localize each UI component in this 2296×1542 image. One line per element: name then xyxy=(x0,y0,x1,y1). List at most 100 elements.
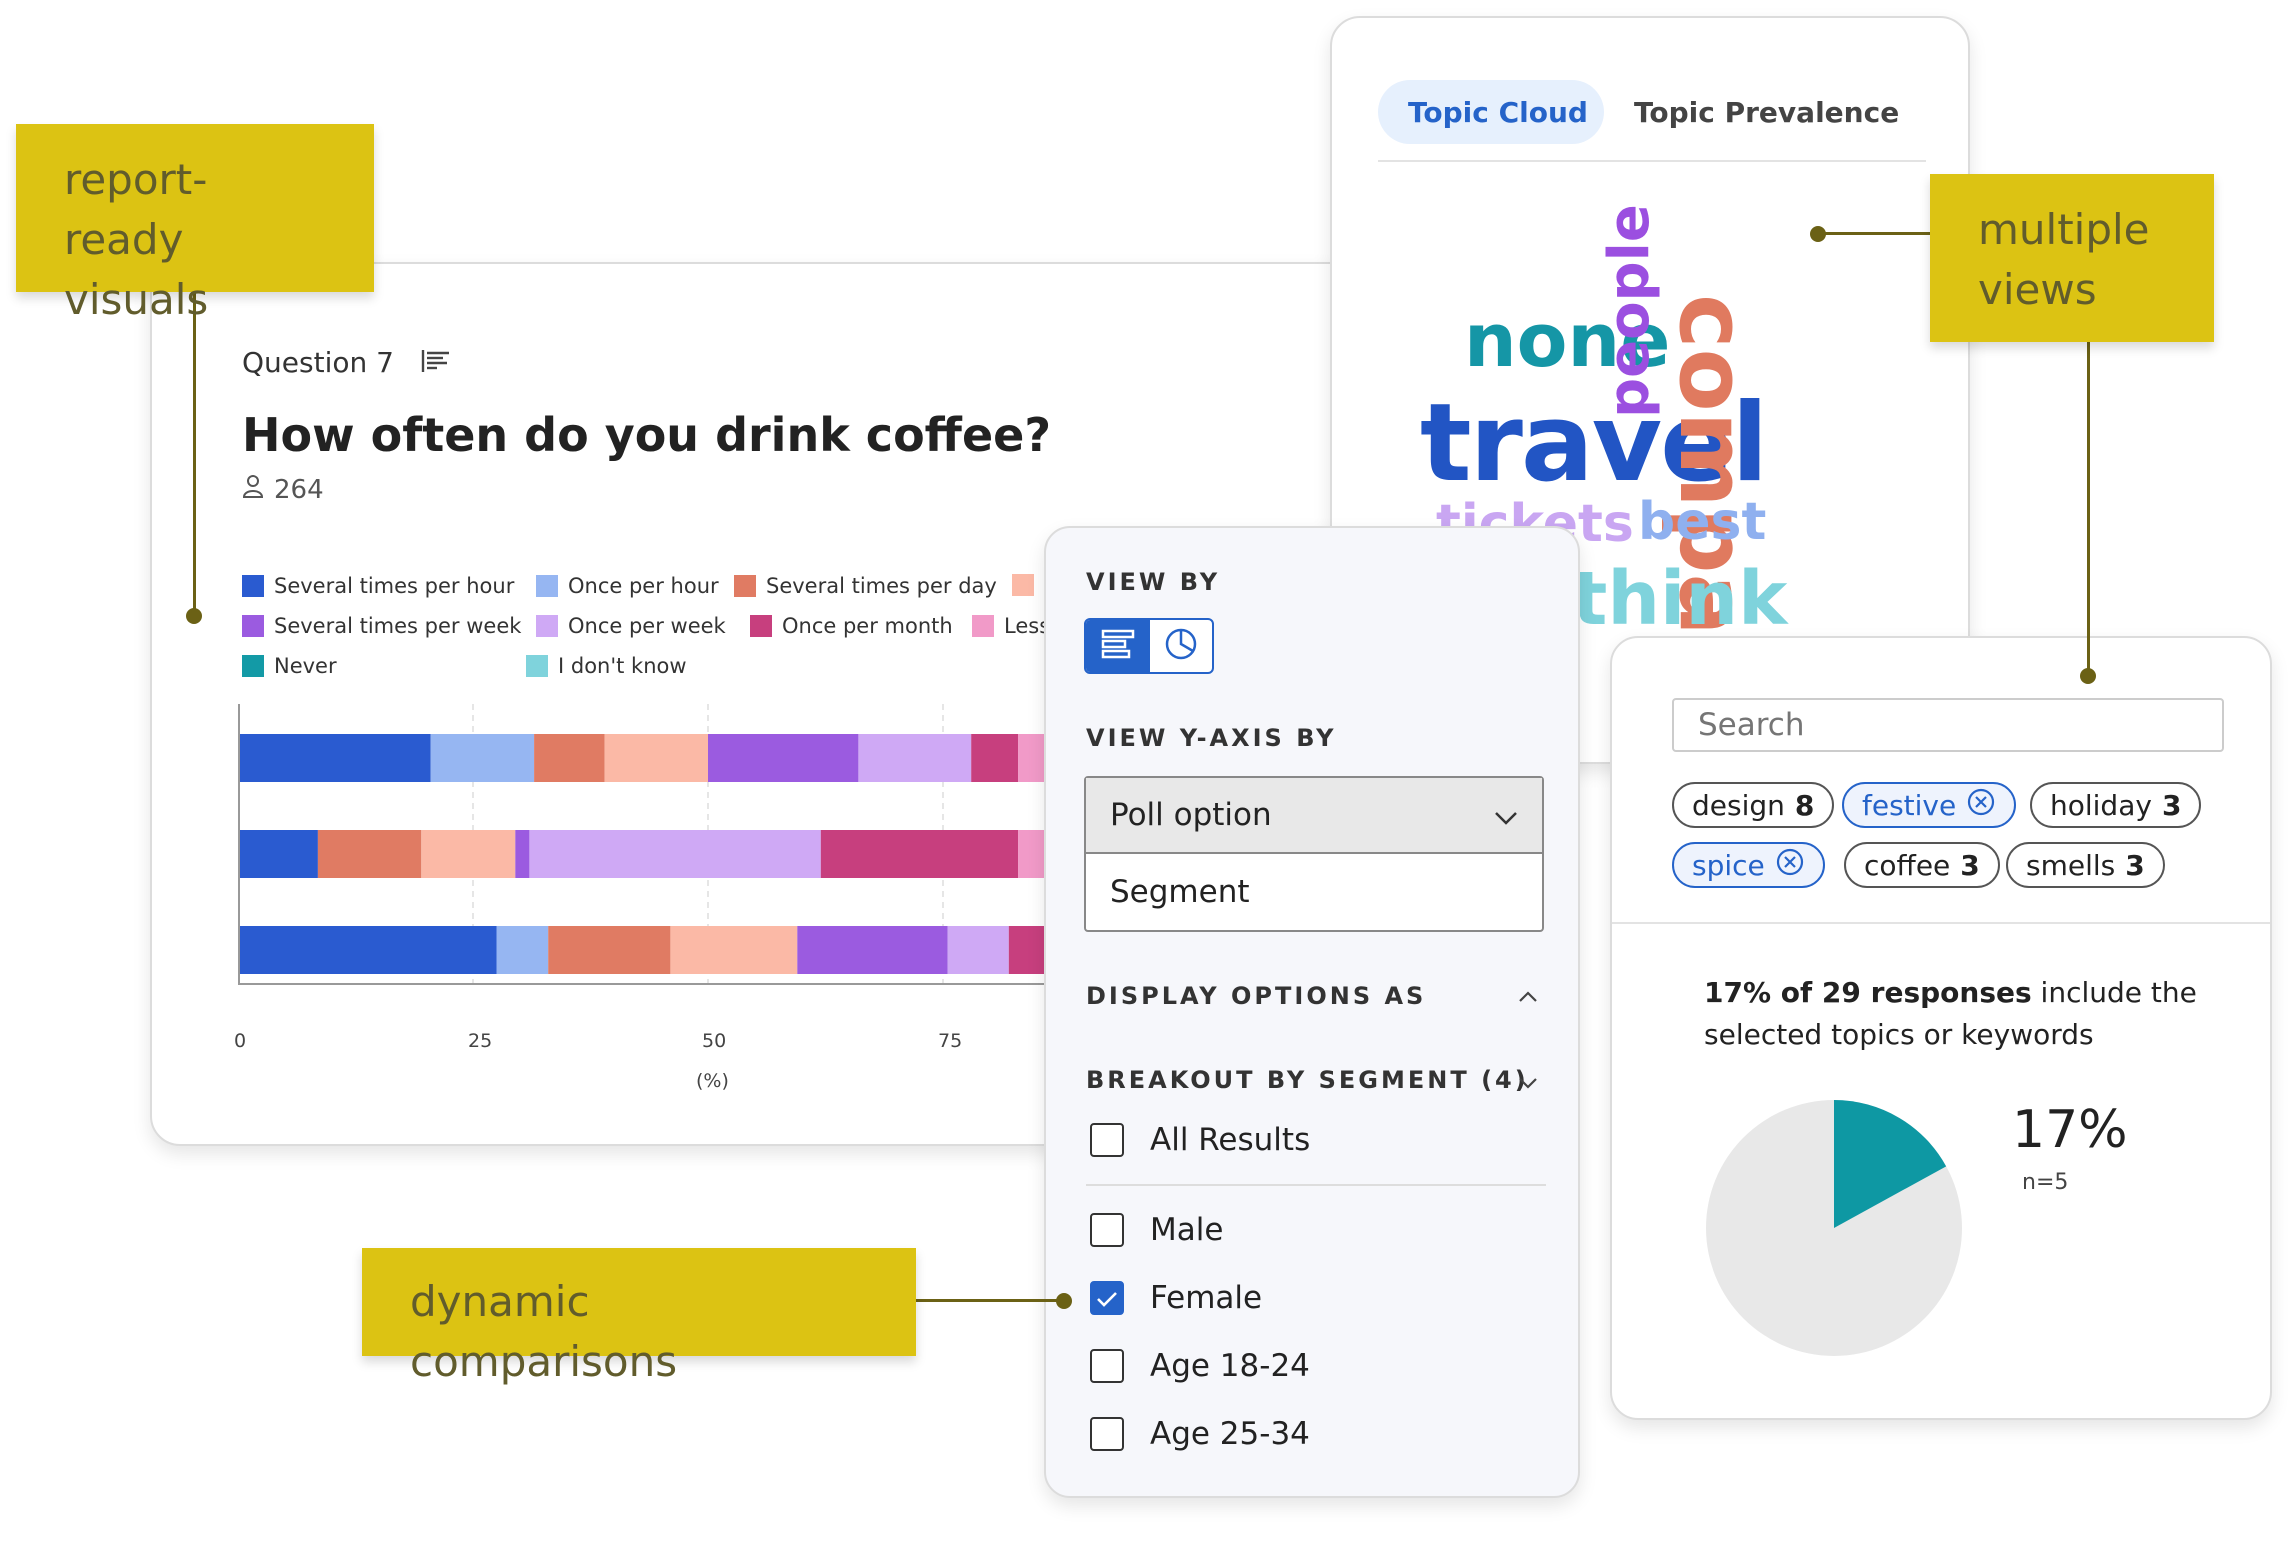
checkbox[interactable] xyxy=(1090,1349,1124,1383)
tab-topic-cloud[interactable]: Topic Cloud xyxy=(1408,96,1588,129)
connector-dot-views xyxy=(1810,226,1826,242)
bar-segment xyxy=(548,926,671,974)
segment-female[interactable]: Female xyxy=(1090,1280,1262,1316)
legend-item: Once per month xyxy=(750,614,953,638)
y-axis-dropdown: Poll option Segment xyxy=(1084,776,1544,932)
x-tick-50: 50 xyxy=(702,1030,727,1052)
tag-spice-selected[interactable]: spice xyxy=(1672,842,1825,888)
legend-swatch xyxy=(1012,574,1034,596)
legend-item: Several times per day xyxy=(734,574,997,598)
pie-view-button[interactable] xyxy=(1150,620,1212,672)
bar-segment xyxy=(317,830,422,878)
connector-report xyxy=(193,290,196,616)
bar-segment xyxy=(496,926,549,974)
remove-circle-icon[interactable] xyxy=(1966,787,1996,824)
search-input[interactable] xyxy=(1672,698,2224,752)
segment-age-25-34[interactable]: Age 25-34 xyxy=(1090,1416,1310,1452)
checkmark-icon xyxy=(1096,1280,1118,1316)
bar-segment xyxy=(858,734,972,782)
pie-chart-icon xyxy=(1164,627,1198,665)
bar-segment xyxy=(515,830,530,878)
view-by-toggle xyxy=(1084,618,1214,674)
x-tick-0: 0 xyxy=(234,1030,247,1052)
legend-item: Once per hour xyxy=(536,574,719,598)
bar-segment xyxy=(604,734,708,782)
dropdown-selected-text: Poll option xyxy=(1110,797,1272,833)
bar-segment xyxy=(797,926,948,974)
tab-divider xyxy=(1378,160,1926,162)
summary-bold: 17% of 29 responses xyxy=(1704,976,2032,1009)
legend-label: Once per hour xyxy=(568,574,719,598)
segment-label: Male xyxy=(1150,1212,1224,1248)
legend-label: I don't know xyxy=(558,654,687,678)
legend-label: Several times per day xyxy=(766,574,997,598)
segment-all-results[interactable]: All Results xyxy=(1090,1122,1310,1158)
callout-report-line1: report-ready xyxy=(64,155,208,264)
callout-report-line2: visuals xyxy=(64,275,209,324)
connector-dot-report xyxy=(186,608,202,624)
breakout-label[interactable]: BREAKOUT BY SEGMENT (4) xyxy=(1086,1066,1529,1094)
tag-label: spice xyxy=(1692,848,1765,882)
legend-label: Several times per hour xyxy=(274,574,515,598)
respondent-count: 264 xyxy=(242,474,324,505)
segment-label: Age 25-34 xyxy=(1150,1416,1310,1452)
segment-age-18-24[interactable]: Age 18-24 xyxy=(1090,1348,1310,1384)
cloud-word-think: think xyxy=(1572,556,1788,642)
tag-festive-selected[interactable]: festive xyxy=(1842,782,2017,828)
x-tick-75: 75 xyxy=(938,1030,963,1052)
legend-label: Once per week xyxy=(568,614,726,638)
tag-label: smells xyxy=(2026,848,2116,882)
topic-search-panel: design 8 festive holiday 3 spice coffee … xyxy=(1610,636,2272,1420)
legend-swatch xyxy=(750,615,772,637)
legend-item xyxy=(1012,574,1044,596)
cloud-word-best: best xyxy=(1638,492,1767,552)
display-options-label[interactable]: DISPLAY OPTIONS AS xyxy=(1086,982,1426,1010)
legend-item: Several times per hour xyxy=(242,574,514,598)
tag-smells[interactable]: smells 3 xyxy=(2006,842,2165,888)
pie-n: n=5 xyxy=(2022,1170,2069,1195)
view-by-label: VIEW BY xyxy=(1086,568,1221,596)
tag-holiday[interactable]: holiday 3 xyxy=(2030,782,2202,828)
summary-line-2: selected topics or keywords xyxy=(1704,1018,2094,1051)
question-number: Question 7 xyxy=(242,346,451,381)
summary-text: 17% of 29 responses include the selected… xyxy=(1704,972,2197,1056)
dropdown-option-segment[interactable]: Segment xyxy=(1086,854,1542,930)
legend-swatch xyxy=(242,655,264,677)
legend-swatch xyxy=(242,575,264,597)
tag-count: 8 xyxy=(1794,788,1815,822)
cloud-word-people: people xyxy=(1597,204,1662,418)
view-options-panel: VIEW BY VIEW Y-AXIS BY Poll option Segme… xyxy=(1044,526,1580,1498)
connector-views-h xyxy=(1818,232,1932,235)
bar-view-button[interactable] xyxy=(1086,620,1150,672)
checkbox[interactable] xyxy=(1090,1417,1124,1451)
tab-topic-prevalence[interactable]: Topic Prevalence xyxy=(1634,96,1899,129)
remove-circle-icon[interactable] xyxy=(1775,847,1805,884)
segment-label: Female xyxy=(1150,1280,1263,1316)
checkbox[interactable] xyxy=(1090,1213,1124,1247)
legend-item: Several times per week xyxy=(242,614,521,638)
legend-swatch xyxy=(536,575,558,597)
question-number-text: Question 7 xyxy=(242,346,394,379)
bar-segment xyxy=(971,734,1019,782)
bar-segment xyxy=(670,926,798,974)
legend-label: Never xyxy=(274,654,337,678)
bar-chart-icon[interactable] xyxy=(421,348,451,381)
bar-segment xyxy=(430,734,535,782)
chevron-up-icon[interactable] xyxy=(1518,988,1538,1007)
tag-label: design xyxy=(1692,788,1785,822)
tag-coffee[interactable]: coffee 3 xyxy=(1844,842,2000,888)
segment-male[interactable]: Male xyxy=(1090,1212,1223,1248)
tag-label: festive xyxy=(1862,788,1957,822)
respondent-count-text: 264 xyxy=(274,474,324,505)
connector-dot-dynamic xyxy=(1056,1293,1072,1309)
bar-chart-icon xyxy=(1101,629,1135,663)
bar-segment xyxy=(708,734,859,782)
checkbox[interactable] xyxy=(1090,1123,1124,1157)
pie-percent: 17% xyxy=(2012,1100,2128,1160)
response-pie-chart xyxy=(1706,1100,1962,1356)
summary-rest: include the xyxy=(2031,976,2197,1009)
checkbox-checked[interactable] xyxy=(1090,1281,1124,1315)
chevron-down-icon[interactable] xyxy=(1518,1074,1538,1093)
y-axis-dropdown-selected[interactable]: Poll option xyxy=(1086,778,1542,854)
tag-design[interactable]: design 8 xyxy=(1672,782,1835,828)
